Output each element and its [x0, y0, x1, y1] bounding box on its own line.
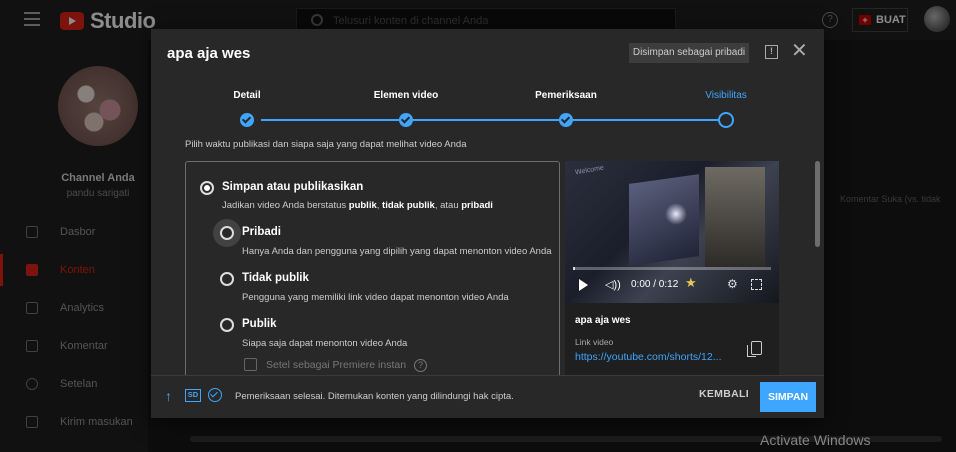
option-desc: Pengguna yang memiliki link video dapat …	[242, 292, 509, 303]
dialog-footer: ↑ SD Pemeriksaan selesai. Ditemukan kont…	[151, 375, 824, 418]
star-icon: ★	[685, 275, 697, 290]
preview-video-title: apa aja wes	[575, 315, 631, 326]
step-label: Visibilitas	[705, 90, 747, 101]
step-current-icon	[718, 112, 734, 128]
dialog-body: Pilih waktu publikasi dan siapa saja yan…	[151, 137, 824, 375]
volume-icon[interactable]: ◁))	[605, 278, 621, 291]
video-progress-fill	[573, 267, 575, 270]
step-visibility[interactable]: Visibilitas	[666, 87, 786, 128]
save-or-publish-title: Simpan atau publikasikan	[222, 181, 364, 193]
step-done-icon	[559, 113, 573, 127]
play-icon[interactable]	[579, 279, 588, 291]
option-title: Tidak publik	[242, 272, 309, 284]
visibility-options-card: Simpan atau publikasikan Jadikan video A…	[185, 161, 560, 375]
upload-dialog: apa aja wes Disimpan sebagai pribadi ! ✕…	[151, 29, 824, 418]
gear-icon[interactable]: ⚙	[727, 277, 738, 291]
premiere-checkbox[interactable]	[244, 358, 257, 371]
option-desc: Siapa saja dapat menonton video Anda	[242, 338, 408, 349]
step-checks[interactable]: Pemeriksaan	[506, 87, 626, 127]
premiere-label: Setel sebagai Premiere instan	[266, 359, 407, 371]
video-preview-panel: Welcome ◁)) 0:00 / 0:12 ★ ⚙ apa aja wes …	[565, 161, 779, 375]
unlisted-radio[interactable]	[220, 272, 234, 286]
visibility-instruction: Pilih waktu publikasi dan siapa saja yan…	[185, 139, 467, 150]
public-radio[interactable]	[220, 318, 234, 332]
check-complete-icon	[208, 388, 222, 402]
video-progress-bar[interactable]	[573, 267, 771, 270]
fullscreen-icon[interactable]	[751, 279, 762, 290]
dialog-scrollbar[interactable]	[815, 161, 820, 247]
save-or-publish-desc: Jadikan video Anda berstatus publik, tid…	[222, 200, 493, 211]
close-icon[interactable]: ✕	[791, 41, 808, 61]
upload-stepper: Detail Elemen video Pemeriksaan Visibili…	[151, 87, 824, 137]
dialog-title: apa aja wes	[167, 45, 251, 62]
step-label: Detail	[233, 90, 261, 101]
step-done-icon	[399, 113, 413, 127]
step-done-icon	[240, 113, 254, 127]
option-title: Publik	[242, 318, 277, 330]
save-button[interactable]: SIMPAN	[760, 382, 816, 412]
step-label: Elemen video	[373, 90, 439, 101]
windows-activation-watermark: Activate Windows	[760, 432, 871, 448]
report-feedback-icon[interactable]: !	[765, 45, 778, 59]
video-frame-text: Welcome	[574, 164, 605, 177]
video-frame-screen	[629, 174, 699, 266]
step-label: Pemeriksaan	[535, 90, 597, 101]
copy-icon[interactable]	[747, 341, 762, 357]
back-button[interactable]: KEMBALI	[699, 388, 749, 400]
video-frame-glow	[665, 203, 687, 225]
studio-app: Studio Telusuri konten di channel Anda ?…	[0, 0, 956, 452]
saved-status-badge: Disimpan sebagai pribadi	[629, 43, 749, 63]
option-desc: Hanya Anda dan pengguna yang dipilih yan…	[242, 246, 552, 257]
video-link-label: Link video	[575, 337, 614, 347]
option-title: Pribadi	[242, 226, 281, 238]
video-frame-side	[705, 167, 765, 267]
premiere-help-icon[interactable]: ?	[414, 359, 427, 372]
step-video-elements[interactable]: Elemen video	[346, 87, 466, 127]
video-player[interactable]: Welcome ◁)) 0:00 / 0:12 ★ ⚙	[565, 161, 779, 303]
check-status-text: Pemeriksaan selesai. Ditemukan konten ya…	[235, 391, 514, 402]
step-detail[interactable]: Detail	[187, 87, 307, 127]
video-time: 0:00 / 0:12	[631, 279, 679, 290]
video-link[interactable]: https://youtube.com/shorts/12...	[575, 351, 743, 363]
sd-quality-icon: SD	[185, 389, 201, 402]
save-or-publish-radio[interactable]	[200, 181, 214, 195]
upload-icon: ↑	[165, 388, 172, 404]
stepper-line	[261, 119, 733, 121]
private-radio[interactable]	[220, 226, 234, 240]
